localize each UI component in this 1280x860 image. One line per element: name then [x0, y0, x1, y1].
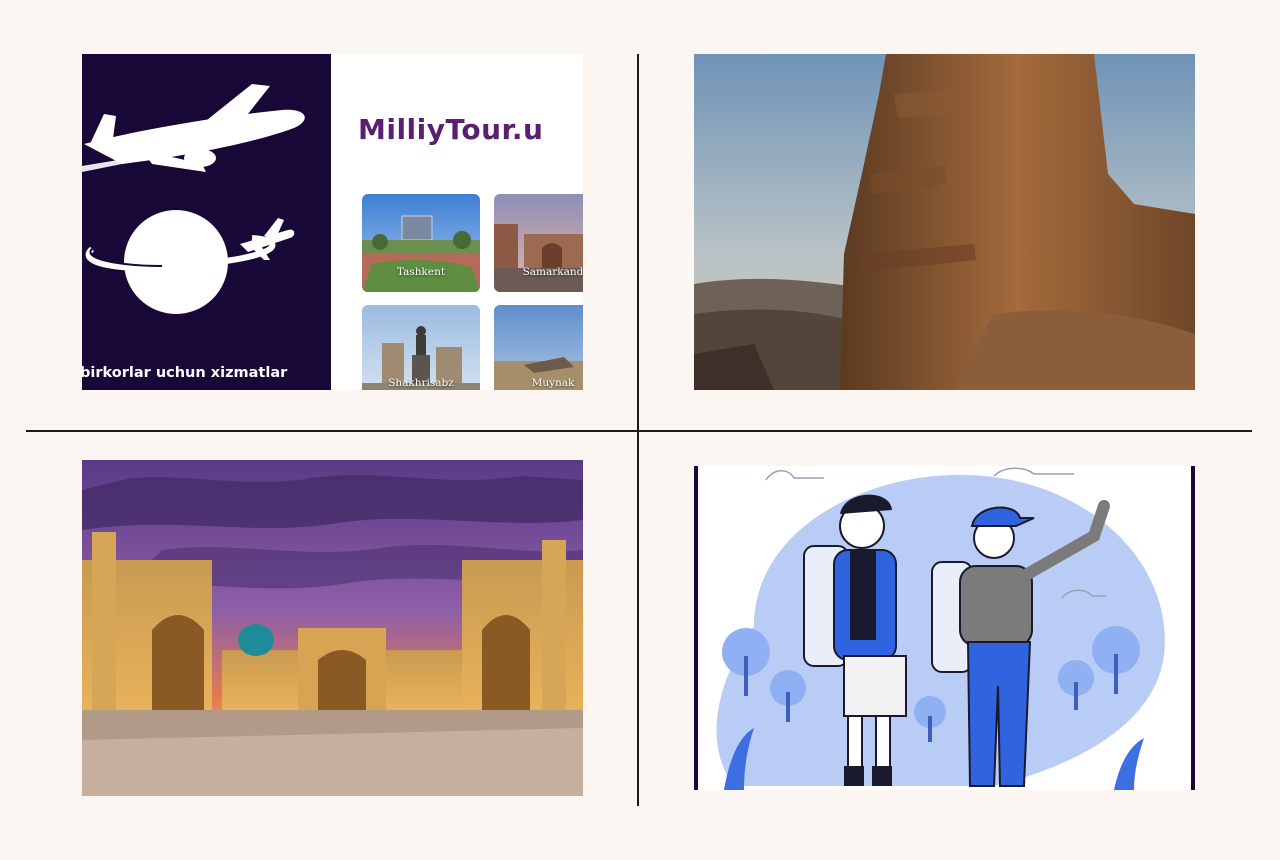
- city-label: Tashkent: [396, 266, 446, 278]
- navy-banner: birkorlar uchun xizmatlar: [82, 54, 331, 390]
- canyon-photo: [694, 54, 1195, 390]
- city-card-tashkent[interactable]: Tashkent: [362, 194, 480, 292]
- milliytour-panel: birkorlar uchun xizmatlar MilliyTour.u T…: [82, 54, 583, 390]
- tagline: birkorlar uchun xizmatlar: [82, 365, 288, 381]
- city-label: Samarkand: [522, 266, 583, 278]
- canyon-scene: [694, 54, 1195, 390]
- city-label: Shakhrisabz: [388, 377, 454, 389]
- brand-title: MilliyTour.u: [358, 113, 544, 146]
- travel-graphic: [82, 84, 305, 314]
- city-card-shakhrisabz[interactable]: Shakhrisabz: [362, 305, 480, 390]
- city-card-samarkand[interactable]: Samarkand: [494, 194, 583, 292]
- registan-photo: [82, 460, 583, 796]
- city-card-muynak[interactable]: Muynak: [494, 305, 583, 390]
- horizontal-divider: [26, 430, 1252, 432]
- planet-icon: [85, 210, 276, 314]
- travelers-scene: [694, 466, 1195, 790]
- registan-scene: [82, 460, 583, 796]
- travelers-illustration: [694, 466, 1195, 790]
- city-label: Muynak: [531, 377, 575, 389]
- airplane-icon: [82, 84, 305, 172]
